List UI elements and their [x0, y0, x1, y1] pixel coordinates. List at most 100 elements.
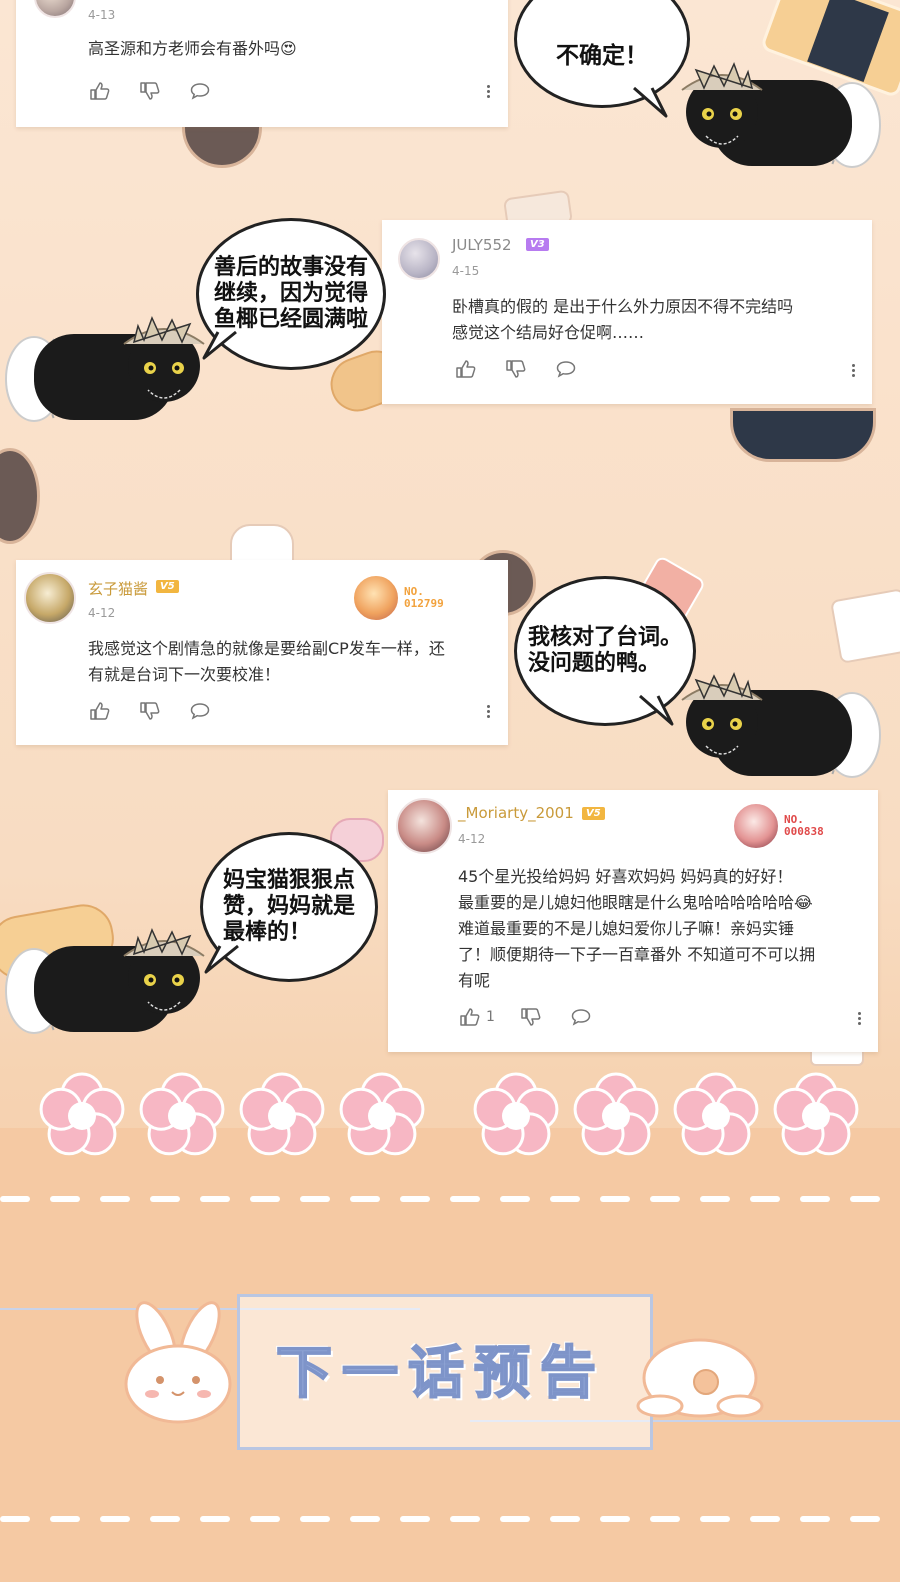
dash-segment [750, 1196, 780, 1202]
fan-badge-image [352, 574, 400, 622]
flower-icon [473, 1072, 559, 1156]
comment-card-2: JULY552 V3 4-15 卧槽真的假的 是出于什么外力原因不得不完结吗 感… [382, 220, 872, 404]
bubble-text: 妈宝猫狠狠点 赞，妈妈就是 最棒的！ [223, 868, 355, 946]
dash-segment [0, 1196, 30, 1202]
like-button[interactable]: 1 [460, 1008, 495, 1026]
level-badge: V5 [582, 807, 605, 820]
dash-segment [0, 1516, 30, 1522]
dash-segment [150, 1516, 180, 1522]
bubble-text: 我核对了台词。 没问题的鸭。 [528, 625, 682, 677]
like-button[interactable] [456, 360, 476, 378]
dislike-button[interactable] [140, 82, 160, 100]
dash-segment [350, 1196, 380, 1202]
dash-segment [400, 1516, 430, 1522]
thumbs-down-icon [140, 82, 160, 100]
dashed-divider-top [0, 1196, 900, 1202]
thumbs-up-icon [456, 360, 476, 378]
avatar[interactable] [34, 0, 76, 18]
bunny-left-icon [124, 1301, 232, 1424]
flower-icon [673, 1072, 759, 1156]
comment-card-3: 玄子猫酱 V5 4-12 NO. 012799 我感觉这个剧情急的就像是要给副C… [16, 560, 508, 745]
bubble-line: 我核对了台词。 [527, 625, 682, 650]
reply-bubble-icon [556, 361, 576, 378]
comment-text-line: 最重要的是儿媳妇他眼瞎是什么鬼哈哈哈哈哈哈😂 [458, 893, 813, 912]
reply-button[interactable] [556, 360, 576, 378]
comment-text-line: 有呢 [458, 971, 491, 990]
cat-mascot-2 [5, 316, 205, 422]
dash-segment [150, 1196, 180, 1202]
comment-text-line: 有就是台词下一次要校准！ [88, 665, 281, 684]
cat-mascot-3 [681, 672, 881, 778]
flower-icon [239, 1072, 325, 1156]
flower-icon [139, 1072, 225, 1156]
reply-button[interactable] [571, 1008, 591, 1026]
comment-text-line: 45个星光投给妈妈 好喜欢妈妈 妈妈真的好好！ [458, 867, 793, 886]
more-vertical-icon [487, 705, 491, 718]
username[interactable]: 玄子猫酱 [88, 578, 148, 599]
more-options-button[interactable] [858, 1010, 862, 1027]
comment-actions [90, 702, 240, 720]
level-badge: V5 [156, 580, 179, 593]
fan-number-value: 000838 [784, 825, 824, 838]
bubble-line: 善后的故事没有 [213, 255, 368, 280]
comment-text-line: 我感觉这个剧情急的就像是要给副CP发车一样，还 [88, 639, 445, 658]
reply-bubble-icon [571, 1009, 591, 1026]
dash-segment [250, 1196, 280, 1202]
dash-segment [50, 1516, 80, 1522]
flower-icon [773, 1072, 859, 1156]
dash-segment [850, 1516, 880, 1522]
bunny-right-icon [636, 1338, 764, 1418]
dash-segment [200, 1516, 230, 1522]
bubble-line: 赞，妈妈就是 [222, 894, 355, 919]
more-options-button[interactable] [487, 83, 491, 100]
dash-segment [550, 1196, 580, 1202]
bubble-tail [639, 694, 674, 726]
comment-text-line: 难道最重要的不是儿媳妇爱你儿子嘛！亲妈实锤 [458, 919, 795, 938]
dislike-button[interactable] [521, 1008, 541, 1026]
dislike-button[interactable] [140, 702, 160, 720]
username[interactable]: _Moriarty_2001 [458, 804, 574, 822]
more-options-button[interactable] [852, 362, 856, 379]
more-vertical-icon [858, 1012, 862, 1025]
reply-button[interactable] [190, 82, 210, 100]
comment-text-line: 卧槽真的假的 是出于什么外力原因不得不完结吗 [452, 297, 794, 316]
dislike-button[interactable] [506, 360, 526, 378]
dash-segment [650, 1196, 680, 1202]
avatar[interactable] [398, 238, 440, 280]
comment-actions: 1 [460, 1008, 621, 1026]
page: 4-13 高圣源和方老师会有番外吗😍 不确定！ JULY552 V3 4-15 … [0, 0, 900, 1582]
like-button[interactable] [90, 82, 110, 100]
dash-segment [450, 1516, 480, 1522]
dashed-divider-bottom [0, 1516, 900, 1522]
dash-segment [400, 1196, 430, 1202]
dash-segment [800, 1196, 830, 1202]
more-options-button[interactable] [487, 703, 491, 720]
bubble-line: 最棒的！ [222, 920, 311, 945]
bubble-text: 不确定！ [556, 43, 648, 69]
like-button[interactable] [90, 702, 110, 720]
thumbs-up-icon [90, 702, 110, 720]
dash-segment [600, 1196, 630, 1202]
comment-actions [456, 360, 606, 378]
reply-button[interactable] [190, 702, 210, 720]
dash-segment [800, 1516, 830, 1522]
cat-mascot-4 [5, 928, 205, 1034]
comment-card-1: 4-13 高圣源和方老师会有番外吗😍 [16, 0, 508, 127]
fan-badge-image [732, 802, 780, 850]
thumbs-up-icon [90, 82, 110, 100]
bubble-text: 善后的故事没有 继续，因为觉得 鱼椰已经圆满啦 [214, 255, 368, 333]
more-vertical-icon [487, 85, 491, 98]
bubble-line: 妈宝猫狠狠点 [222, 868, 355, 893]
dash-segment [650, 1516, 680, 1522]
avatar[interactable] [24, 572, 76, 624]
bubble-line: 没问题的鸭。 [527, 651, 660, 676]
dash-segment [500, 1196, 530, 1202]
dash-segment [350, 1516, 380, 1522]
username[interactable]: JULY552 [452, 236, 512, 254]
fan-number: NO. 000838 [784, 814, 824, 838]
bubble-line: 不确定！ [556, 43, 648, 69]
dash-segment [100, 1516, 130, 1522]
avatar[interactable] [396, 798, 452, 854]
dash-segment [750, 1516, 780, 1522]
comment-date: 4-15 [452, 264, 480, 278]
